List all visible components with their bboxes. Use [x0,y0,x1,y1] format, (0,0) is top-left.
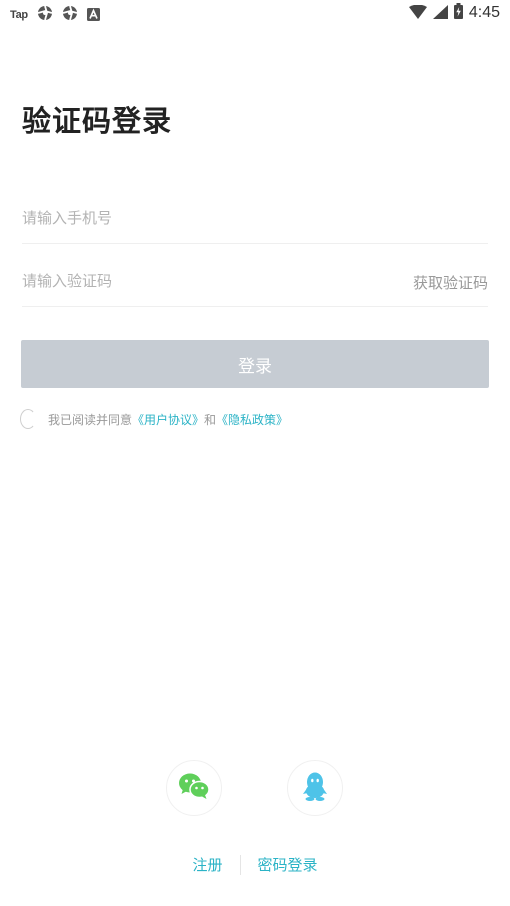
bottom-divider [239,854,241,875]
aperture-icon [62,5,78,25]
register-link[interactable]: 注册 [192,854,222,875]
phone-field-row [22,203,488,244]
clock: 4:45 [468,4,500,21]
user-agreement-link[interactable]: 《用户协议》 [132,411,204,428]
privacy-policy-link[interactable]: 《隐私政策》 [216,411,288,428]
tap-app-label: Tap [10,9,28,21]
agreement-prefix: 我已阅读并同意 [48,412,133,427]
phone-input[interactable] [22,203,362,233]
password-login-link[interactable]: 密码登录 [258,854,318,875]
aperture-icon [37,5,53,25]
bottom-links: 注册 密码登录 [0,854,510,875]
get-code-button[interactable]: 获取验证码 [413,272,488,293]
qq-icon [302,771,328,805]
font-a-icon [86,6,100,25]
status-right: 4:45 [408,3,500,23]
wechat-login-button[interactable] [166,760,222,816]
login-button[interactable]: 登录 [21,340,489,388]
verification-code-input[interactable] [22,266,362,296]
battery-icon [453,3,463,23]
agree-checkbox[interactable] [20,409,36,429]
status-bar: Tap 4:45 [0,0,510,26]
qq-login-button[interactable] [287,760,343,816]
wifi-icon [408,4,427,23]
wechat-icon [178,772,210,804]
status-left: Tap [10,5,100,25]
code-field-row: 获取验证码 [22,266,488,307]
agreement-row: 我已阅读并同意 《用户协议》 和 《隐私政策》 [20,409,288,429]
agreement-connector: 和 [204,412,217,427]
page-title: 验证码登录 [22,104,173,138]
signal-icon [432,4,448,23]
